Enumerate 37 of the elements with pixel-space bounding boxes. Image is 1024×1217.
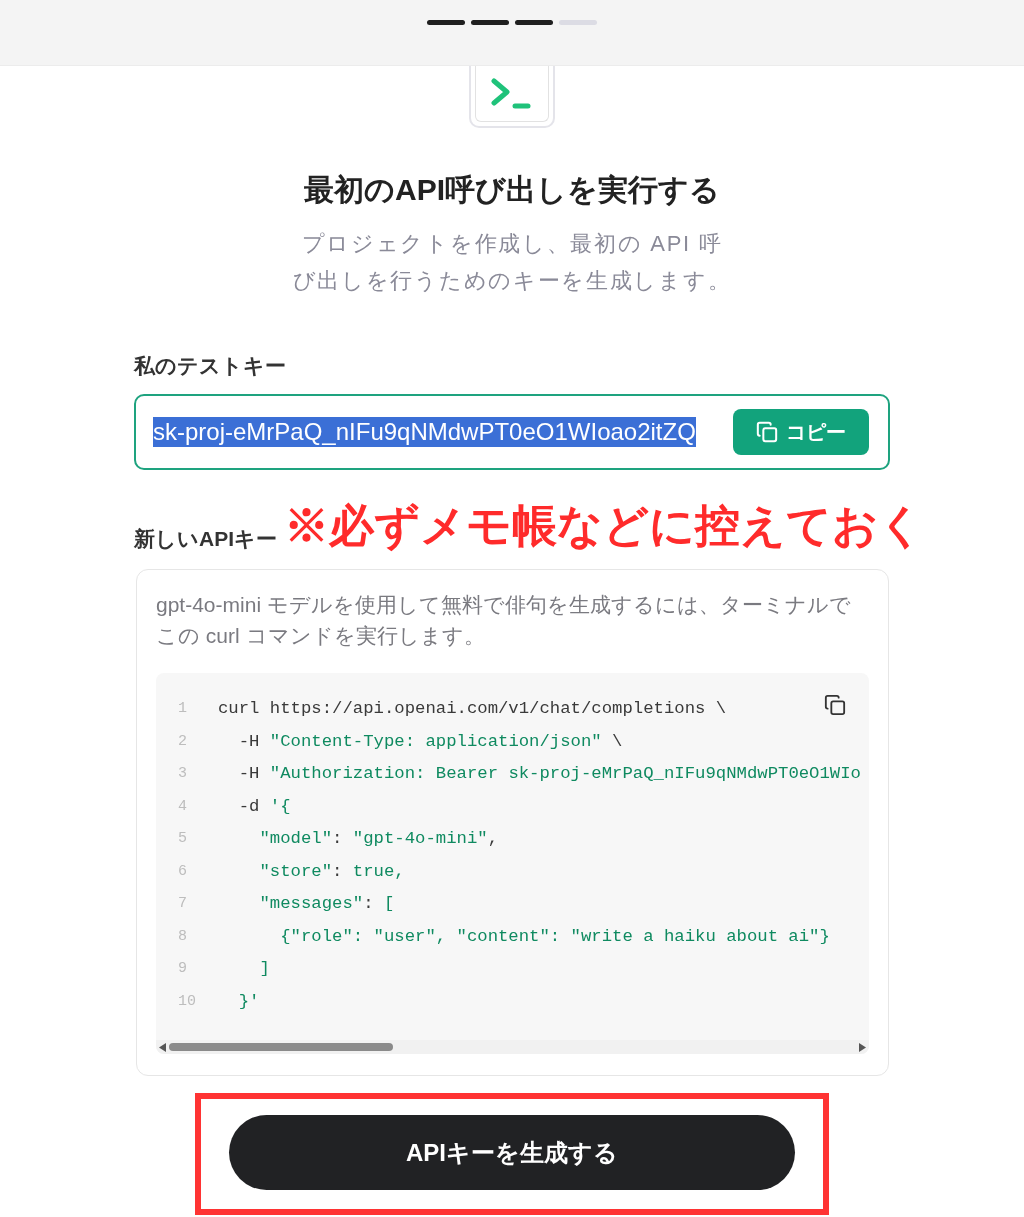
line-number: 5 bbox=[178, 829, 188, 849]
line-number: 2 bbox=[178, 731, 188, 752]
code-line: "store": true, bbox=[258, 860, 405, 883]
line-number: 9 bbox=[178, 959, 188, 979]
code-line: -H "Authorization: Bearer sk-proj-eMrPaQ_nIFu9qNMdwPT0eO1WIo bbox=[237, 763, 861, 786]
line-number: 8 bbox=[178, 926, 188, 947]
field-label: 私のテストキー bbox=[134, 353, 286, 379]
scroll-right-icon[interactable] bbox=[859, 1042, 866, 1052]
generate-key-button[interactable]: APIキーを生成する bbox=[229, 1115, 795, 1190]
line-number: 7 bbox=[178, 894, 188, 914]
annotation-text: ※必ずメモ帳などに控えておく bbox=[284, 501, 924, 551]
line-number: 3 bbox=[178, 764, 188, 784]
scrollbar-thumb[interactable] bbox=[169, 1043, 393, 1051]
code-line: "messages": [ bbox=[258, 893, 395, 916]
copy-code-button[interactable] bbox=[823, 693, 847, 717]
code-line: {"role": "user", "content": "write a haiku about ai"} bbox=[279, 925, 830, 948]
section-label: 新しいAPIキー bbox=[134, 526, 277, 552]
copy-icon bbox=[756, 421, 778, 443]
copy-icon bbox=[824, 694, 846, 716]
description: gpt-4o-mini モデルを使用して無料で俳句を生成するには、ターミナルでこの curl コマンドを実行します。 bbox=[156, 592, 852, 649]
subtitle: プロジェクトを作成し、最初の API 呼び出しを行うためのキーを生成します。 bbox=[291, 230, 733, 295]
code-line: -d '{ bbox=[237, 795, 291, 818]
line-number: 10 bbox=[178, 991, 197, 1012]
code-line: -H "Content-Type: application/json" \ bbox=[237, 730, 623, 753]
key-value: sk-proj-eMrPaQ_nIFu9qNMdwPT0eO1WIoao2itZQ bbox=[153, 417, 696, 447]
code-line: "model": "gpt-4o-mini", bbox=[258, 828, 499, 851]
code-line: ] bbox=[258, 958, 270, 981]
copy-button[interactable]: コピー bbox=[733, 409, 869, 455]
test-key-field[interactable]: sk-proj-eMrPaQ_nIFu9qNMdwPT0eO1WIoao2itZQ コピー bbox=[134, 394, 890, 470]
page-heading: 最初のAPI呼び出しを実行する bbox=[303, 172, 721, 208]
line-number: 6 bbox=[178, 861, 188, 882]
horizontal-scrollbar[interactable] bbox=[156, 1040, 869, 1054]
line-number: 4 bbox=[178, 796, 188, 817]
scroll-left-icon[interactable] bbox=[159, 1042, 166, 1052]
line-number: 1 bbox=[178, 699, 188, 719]
code-line: curl https://api.openai.com/v1/chat/completions \ bbox=[218, 698, 727, 721]
code-line: }' bbox=[237, 990, 260, 1013]
